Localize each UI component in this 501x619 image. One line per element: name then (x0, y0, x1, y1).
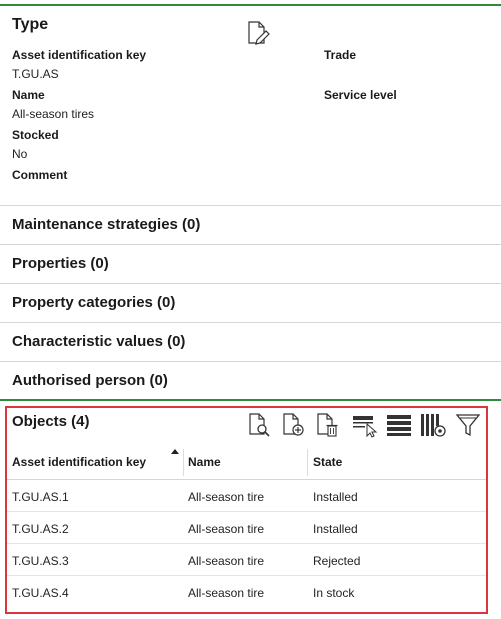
table-header: Asset identification key Name State (7, 443, 486, 480)
add-document-icon[interactable] (279, 412, 307, 438)
section-characteristic-values[interactable]: Characteristic values (0) (0, 322, 501, 361)
field-label-comment: Comment (12, 168, 68, 182)
cell-asset-key: T.GU.AS.4 (12, 586, 69, 600)
column-header-state[interactable]: State (313, 455, 342, 469)
edit-document-icon[interactable] (245, 20, 271, 46)
field-value-stocked: No (12, 147, 28, 161)
section-divider (0, 399, 501, 401)
view-document-icon[interactable] (245, 412, 273, 438)
section-title-type: Type (12, 16, 49, 33)
cell-asset-key: T.GU.AS.1 (12, 490, 69, 504)
table-row[interactable]: T.GU.AS.1 All-season tire Installed (7, 480, 486, 512)
column-settings-icon[interactable] (419, 412, 447, 438)
field-label-trade: Trade (324, 48, 357, 62)
field-value-asset-key: T.GU.AS (12, 67, 59, 81)
objects-panel: Objects (4) Asset identification key Nam… (5, 406, 488, 614)
cell-name: All-season tire (188, 554, 265, 568)
field-value-name: All-season tires (12, 107, 95, 121)
section-label: Properties (0) (12, 255, 109, 272)
cell-state: Rejected (313, 554, 361, 568)
section-label: Authorised person (0) (12, 372, 168, 389)
field-label-service-level: Service level (324, 88, 397, 102)
sort-ascending-icon (171, 449, 179, 454)
column-separator[interactable] (307, 449, 308, 476)
cell-name: All-season tire (188, 490, 265, 504)
cell-asset-key: T.GU.AS.2 (12, 522, 69, 536)
section-maintenance-strategies[interactable]: Maintenance strategies (0) (0, 205, 501, 244)
section-property-categories[interactable]: Property categories (0) (0, 283, 501, 322)
table-body: T.GU.AS.1 All-season tire Installed T.GU… (7, 480, 486, 610)
cell-name: All-season tire (188, 522, 265, 536)
field-label-asset-key: Asset identification key (12, 48, 147, 62)
section-label: Characteristic values (0) (12, 333, 186, 350)
column-separator[interactable] (183, 449, 184, 476)
column-header-name[interactable]: Name (188, 455, 221, 469)
section-authorised-person[interactable]: Authorised person (0) (0, 361, 501, 400)
section-label: Property categories (0) (12, 294, 176, 311)
filter-icon[interactable] (454, 412, 482, 438)
section-label: Maintenance strategies (0) (12, 216, 201, 233)
cell-state: In stock (313, 586, 355, 600)
cell-state: Installed (313, 490, 358, 504)
field-label-stocked: Stocked (12, 128, 59, 142)
delete-document-icon[interactable] (313, 412, 341, 438)
select-column-icon[interactable] (351, 412, 379, 438)
table-row[interactable]: T.GU.AS.4 All-season tire In stock (7, 576, 486, 608)
cell-asset-key: T.GU.AS.3 (12, 554, 69, 568)
cell-name: All-season tire (188, 586, 265, 600)
objects-title: Objects (4) (12, 413, 90, 430)
section-properties[interactable]: Properties (0) (0, 244, 501, 283)
table-row[interactable]: T.GU.AS.2 All-season tire Installed (7, 512, 486, 544)
cell-state: Installed (313, 522, 358, 536)
field-label-name: Name (12, 88, 45, 102)
column-header-asset-key[interactable]: Asset identification key (12, 455, 146, 469)
type-section: Type Asset identification key T.GU.AS Na… (0, 6, 501, 206)
row-height-icon[interactable] (385, 412, 413, 438)
table-row[interactable]: T.GU.AS.3 All-season tire Rejected (7, 544, 486, 576)
